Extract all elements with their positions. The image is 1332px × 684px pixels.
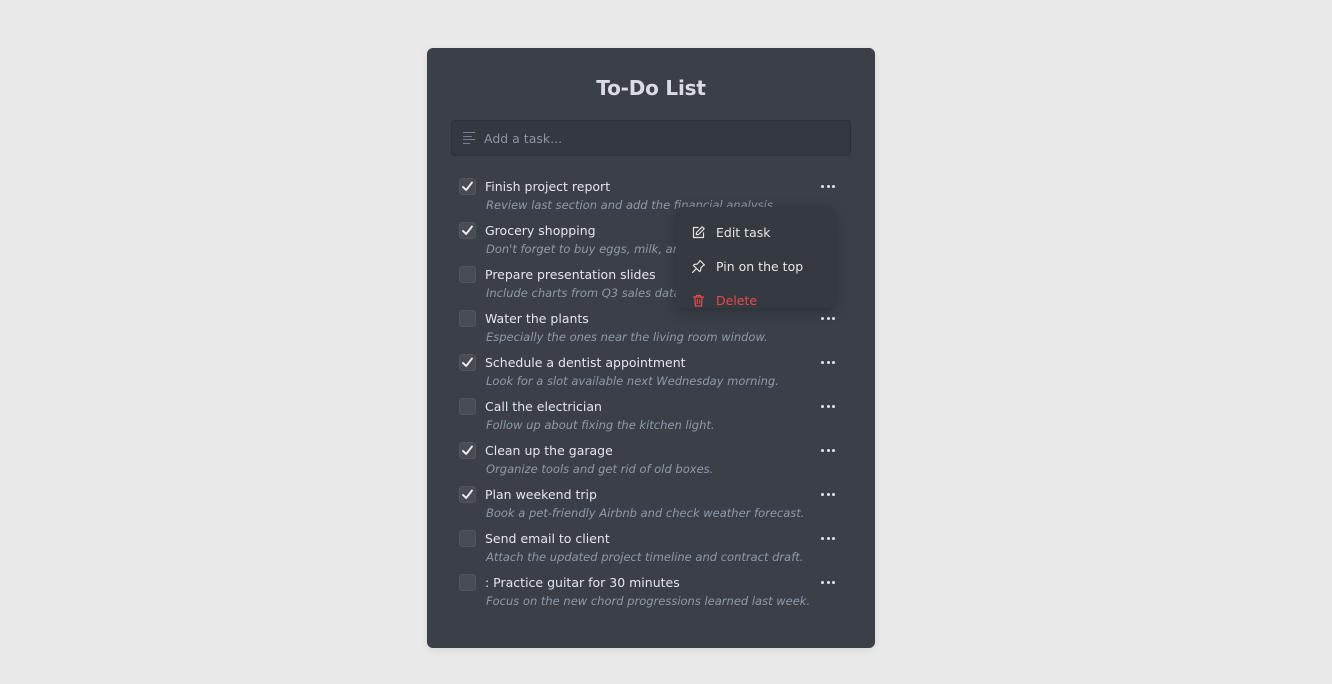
task-description: Look for a slot available next Wednesday… — [486, 374, 779, 388]
task-item: : Practice guitar for 30 minutes Focus o… — [459, 574, 843, 618]
task-title: Water the plants — [485, 311, 589, 326]
task-description: Focus on the new chord progressions lear… — [486, 594, 811, 608]
task-input-wrapper[interactable] — [451, 120, 851, 156]
checkmark-icon — [462, 225, 473, 235]
checkmark-icon — [462, 445, 473, 455]
task-description: Especially the ones near the living room… — [486, 330, 768, 344]
task-title: Schedule a dentist appointment — [485, 355, 686, 370]
task-checkbox[interactable] — [459, 310, 476, 327]
edit-task-menu-item[interactable]: Edit task — [676, 215, 834, 249]
pin-task-label: Pin on the top — [716, 258, 804, 274]
more-dots-icon[interactable] — [821, 488, 835, 500]
more-dots-icon[interactable] — [821, 444, 835, 456]
task-description: Book a pet-friendly Airbnb and check wea… — [486, 506, 805, 520]
checkmark-icon — [462, 181, 473, 191]
task-checkbox[interactable] — [459, 398, 476, 415]
task-title: : Practice guitar for 30 minutes — [485, 575, 680, 590]
task-item: Call the electrician Follow up about fix… — [459, 398, 843, 442]
task-title: Plan weekend trip — [485, 487, 597, 502]
task-item: Clean up the garage Organize tools and g… — [459, 442, 843, 486]
task-title: Send email to client — [485, 531, 610, 546]
task-checkbox[interactable] — [459, 442, 476, 459]
more-dots-icon[interactable] — [821, 532, 835, 544]
task-title: Finish project report — [485, 179, 611, 194]
task-checkbox[interactable] — [459, 574, 476, 591]
delete-task-label: Delete — [716, 292, 758, 308]
more-dots-icon[interactable] — [821, 356, 835, 368]
task-context-menu: Edit task Pin on the top Delete — [676, 207, 834, 308]
task-checkbox[interactable] — [459, 486, 476, 503]
task-input[interactable] — [484, 130, 850, 146]
pin-task-menu-item[interactable]: Pin on the top — [676, 249, 834, 283]
task-title: Grocery shopping — [485, 223, 596, 238]
edit-icon — [692, 225, 705, 238]
task-title: Clean up the garage — [485, 443, 613, 458]
task-description: Organize tools and get rid of old boxes. — [486, 462, 714, 476]
more-dots-icon[interactable] — [821, 180, 835, 192]
delete-task-menu-item[interactable]: Delete — [676, 283, 834, 317]
checkmark-icon — [462, 489, 473, 499]
todo-card: To-Do List Finish project report Review … — [427, 48, 875, 648]
task-checkbox[interactable] — [459, 222, 476, 239]
edit-task-label: Edit task — [716, 224, 771, 240]
task-checkbox[interactable] — [459, 354, 476, 371]
trash-icon — [692, 294, 705, 307]
task-checkbox[interactable] — [459, 178, 476, 195]
task-item: Schedule a dentist appointment Look for … — [459, 354, 843, 398]
task-checkbox[interactable] — [459, 266, 476, 283]
more-dots-icon[interactable] — [821, 576, 835, 588]
task-description: Attach the updated project timeline and … — [486, 550, 804, 564]
page-title: To-Do List — [596, 76, 706, 100]
text-lines-icon — [463, 132, 475, 144]
task-item: Plan weekend trip Book a pet-friendly Ai… — [459, 486, 843, 530]
task-checkbox[interactable] — [459, 530, 476, 547]
task-title: Prepare presentation slides — [485, 267, 656, 282]
more-dots-icon[interactable] — [821, 400, 835, 412]
task-item: Send email to client Attach the updated … — [459, 530, 843, 574]
checkmark-icon — [462, 357, 473, 367]
task-title: Call the electrician — [485, 399, 602, 414]
pin-icon — [692, 259, 706, 273]
task-description: Follow up about fixing the kitchen light… — [486, 418, 715, 432]
